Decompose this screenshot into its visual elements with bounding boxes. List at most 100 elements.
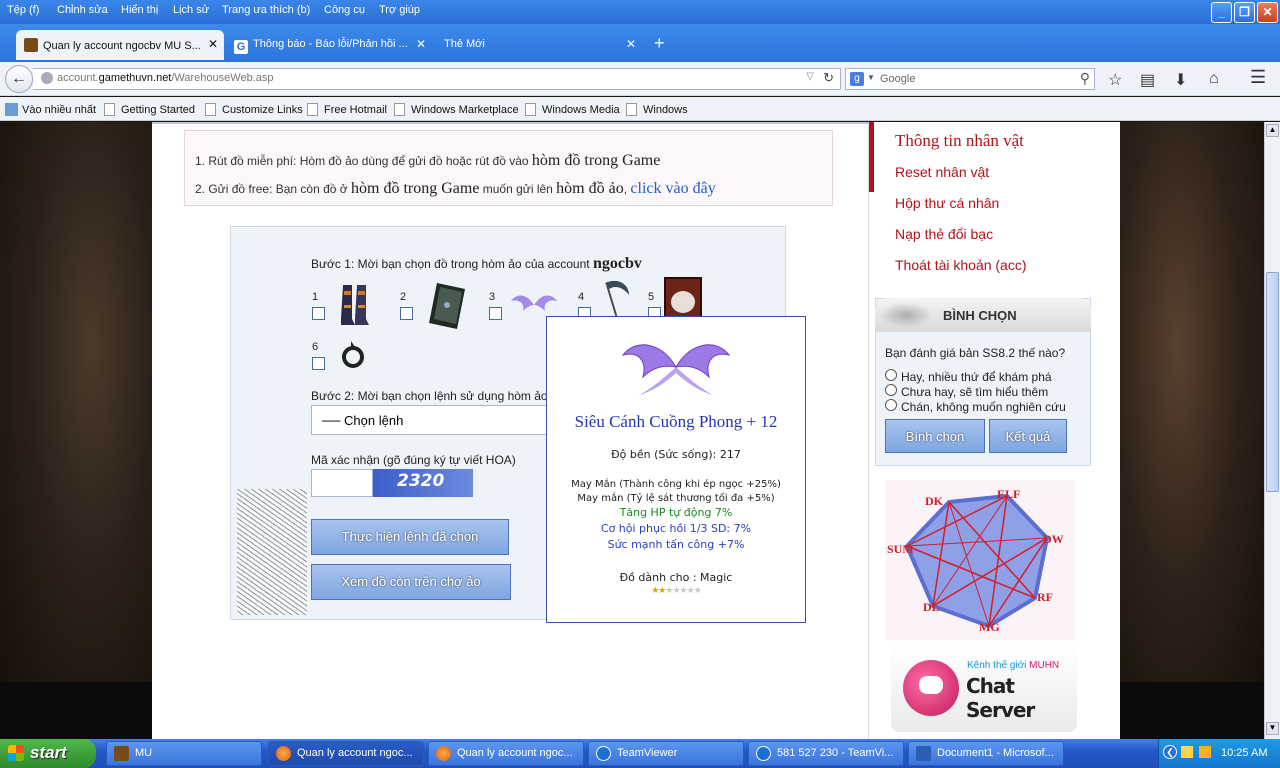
minimize-button[interactable]: _ [1211,2,1232,23]
taskbar-item-mu[interactable]: MU [106,741,262,766]
home-icon[interactable]: ⌂ [1209,70,1219,88]
bookmark-most-visited[interactable]: Vào nhiều nhất [5,103,96,116]
view-market-button[interactable]: Xem đồ còn trên chợ ảo [311,564,511,600]
menu-character-info[interactable]: Thông tin nhân vật [895,131,1024,151]
page-icon [626,103,637,116]
tray-app-icon[interactable] [1181,746,1193,758]
poll-option-radio-2[interactable] [885,384,897,396]
menu-inbox[interactable]: Hộp thư cá nhân [895,195,999,211]
teamviewer-icon [596,746,611,761]
item-luck-2: May mắn (Tỷ lệ sát thương tối đa +5%) [577,493,775,504]
class-label-dk: DK [925,494,943,508]
tab-report[interactable]: G Thông báo - Báo lỗi/Phản hồi ... ✕ [226,30,432,60]
send-items-link[interactable]: click vào đây [630,180,715,197]
boots-item-icon[interactable] [339,283,371,329]
dropdown-arrow-icon[interactable]: ▽ [806,71,814,82]
bookmark-label: Windows [643,104,688,116]
vote-button[interactable]: Bình chọn [885,419,985,453]
close-tab-icon[interactable]: ✕ [626,37,636,51]
poll-option-radio-3[interactable] [885,399,897,411]
poll-option-radio-1[interactable] [885,369,897,381]
tab-strip: Quan ly account ngocbv MU S... ✕ G Thông … [0,24,1280,62]
scroll-thumb[interactable] [1266,272,1279,492]
menu-history[interactable]: Lịch sử [173,4,209,16]
menu-tools[interactable]: Công cụ [324,4,365,16]
google-icon: g [850,72,864,86]
search-icon[interactable]: ⚲ [1080,70,1090,87]
shield-item-icon[interactable] [425,281,469,331]
item-checkbox-1[interactable] [312,307,325,320]
scroll-down-icon[interactable]: ▼ [1266,722,1279,735]
firefox-icon [436,746,451,761]
tab-new[interactable]: Thẻ Mới ✕ [436,30,642,60]
taskbar-item-firefox-1[interactable]: Quan ly account ngoc... [268,741,424,766]
item-checkbox-2[interactable] [400,307,413,320]
close-tab-icon[interactable]: ✕ [416,37,426,51]
ring-item-icon[interactable] [341,339,365,371]
maximize-button[interactable]: ❐ [1234,2,1255,23]
back-button[interactable]: ← [5,65,33,93]
page-icon [205,103,216,116]
item-number: 6 [312,341,319,353]
tab-account[interactable]: Quan ly account ngocbv MU S... ✕ [16,30,224,60]
bookmark-getting-started[interactable]: Getting Started [104,103,195,116]
notice-emphasis: hòm đồ ảo [556,180,624,197]
close-tab-icon[interactable]: ✕ [208,37,218,51]
chat-title: Chat Server [966,674,1035,722]
right-sidebar: Thông tin nhân vật Reset nhân vật Hộp th… [868,122,1120,739]
notice-text: 1. Rút đồ miễn phí: Hòm đồ ảo dùng để gử… [195,154,532,168]
menu-edit[interactable]: Chỉnh sửa [57,4,108,16]
item-checkbox-3[interactable] [489,307,502,320]
menu-reset-character[interactable]: Reset nhân vật [895,164,989,180]
item-checkbox-6[interactable] [312,357,325,370]
taskbar-item-word[interactable]: Document1 - Microsof... [908,741,1064,766]
new-tab-plus-icon[interactable]: + [654,33,665,54]
taskbar-item-teamviewer-session[interactable]: 581 527 230 - TeamVi... [748,741,904,766]
bookmark-label: Windows Marketplace [411,104,519,116]
bookmark-windows-marketplace[interactable]: Windows Marketplace [394,103,519,116]
star-empty-icon: ★ [679,585,688,595]
item-number: 2 [400,291,407,303]
captcha-label: Mã xác nhận (gõ đúng ký tự viết HOA) [311,453,516,467]
hamburger-menu-icon[interactable]: ☰ [1250,67,1266,88]
firefox-icon [276,746,291,761]
menu-bookmarks[interactable]: Trang ưa thích (b) [222,4,310,16]
clock: 10:25 AM [1221,747,1268,759]
menu-help[interactable]: Trợ giúp [379,4,420,16]
account-name: ngocbv [592,255,642,272]
item-number: 5 [648,291,655,303]
execute-command-button[interactable]: Thực hiện lệnh đã chọn [311,519,509,555]
notice-line-1: 1. Rút đồ miễn phí: Hòm đồ ảo dùng để gử… [195,147,822,175]
scroll-up-icon[interactable]: ▲ [1266,124,1279,137]
tray-unikey-icon[interactable] [1199,746,1211,758]
page-scrollbar[interactable]: ▲ ▼ [1264,122,1280,739]
bookmark-star-icon[interactable]: ☆ [1108,70,1122,90]
menu-logout[interactable]: Thoát tài khoản (acc) [895,257,1027,273]
download-icon[interactable]: ⬇ [1174,70,1187,90]
captcha-input[interactable] [311,469,373,497]
item-name: Siêu Cánh Cuồng Phong + 12 [574,412,778,431]
bookmark-free-hotmail[interactable]: Free Hotmail [307,103,387,116]
results-button[interactable]: Kết quả [989,419,1067,453]
menu-topup[interactable]: Nạp thẻ đổi bạc [895,226,993,242]
start-button[interactable]: start [0,739,96,768]
tray-expand-icon[interactable]: ❮ [1163,745,1177,759]
bookmark-customize-links[interactable]: Customize Links [205,103,303,116]
menu-view[interactable]: Hiển thị [121,4,158,16]
bookmark-windows-media[interactable]: Windows Media [525,103,620,116]
menu-file[interactable]: Tệp (f) [7,4,39,16]
taskbar-item-teamviewer[interactable]: TeamViewer [588,741,744,766]
step2-label: Bước 2: Mời bạn chọn lệnh sử dụng hòm ảo [311,389,548,403]
search-placeholder: Google [880,73,916,85]
reading-list-icon[interactable]: ▤ [1140,70,1155,90]
taskbar-item-firefox-2[interactable]: Quan ly account ngoc... [428,741,584,766]
close-window-button[interactable]: ✕ [1257,2,1278,23]
bookmark-label: Windows Media [542,104,620,116]
url-bar[interactable]: account.gamethuvn.net/WarehouseWeb.asp ▽… [33,68,841,90]
search-input[interactable]: g ▼ Google ⚲ [845,68,1095,90]
reload-icon[interactable]: ↻ [823,70,834,86]
search-engine-dropdown-icon[interactable]: ▼ [867,73,875,82]
item-rating-stars: ★★★★★★★ [547,585,805,596]
chat-server-banner[interactable]: Kênh thế giới MUHN Chat Server [891,644,1077,732]
bookmark-windows[interactable]: Windows [626,103,688,116]
